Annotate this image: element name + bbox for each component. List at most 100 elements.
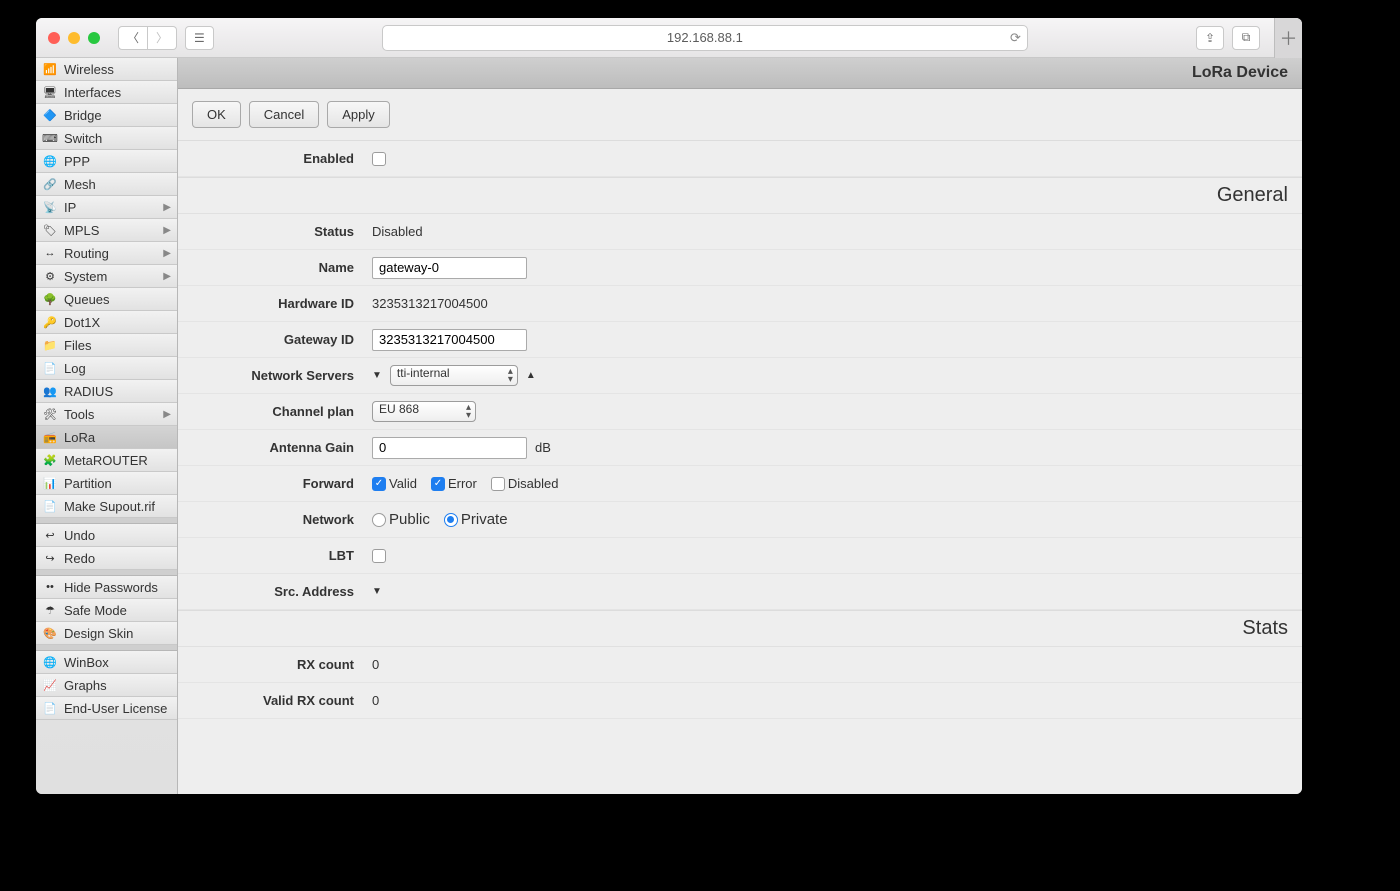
- sidebar-item-label: Routing: [64, 246, 109, 261]
- network-servers-select[interactable]: tti-internal ▴▾: [390, 365, 518, 386]
- forward-disabled-label: Disabled: [508, 476, 559, 491]
- sidebar-item-label: Mesh: [64, 177, 96, 192]
- sidebar-item-label: Design Skin: [64, 626, 133, 641]
- forward-disabled-checkbox[interactable]: [491, 477, 505, 491]
- label-gateway-id: Gateway ID: [192, 332, 372, 347]
- reload-icon[interactable]: ⟳: [1010, 30, 1021, 46]
- sidebar-item-undo[interactable]: ↩Undo: [36, 524, 177, 547]
- collapse-icon[interactable]: ▼: [372, 370, 382, 381]
- network-servers-value: tti-internal: [397, 366, 450, 380]
- back-button[interactable]: 〈: [118, 26, 148, 50]
- antenna-gain-input[interactable]: [372, 437, 527, 459]
- forward-error-checkbox[interactable]: ✓: [431, 477, 445, 491]
- lbt-checkbox[interactable]: [372, 549, 386, 563]
- sidebar-item-lora[interactable]: 📻LoRa: [36, 426, 177, 449]
- sidebar-icon: ⚙: [42, 268, 58, 284]
- sidebar-item-label: Safe Mode: [64, 603, 127, 618]
- sidebar-item-label: RADIUS: [64, 384, 113, 399]
- label-hardware-id: Hardware ID: [192, 296, 372, 311]
- zoom-icon[interactable]: [88, 32, 100, 44]
- sidebar-item-winbox[interactable]: 🌐WinBox: [36, 651, 177, 674]
- sidebar: 📶Wireless🖥Interfaces🔷Bridge ⌨ Switch 🌐PPP🔗M…: [36, 58, 178, 794]
- label-network-servers[interactable]: Network Servers: [192, 368, 372, 383]
- tabs-button[interactable]: ⧉: [1232, 26, 1260, 50]
- up-icon[interactable]: ▲: [526, 370, 536, 381]
- sidebar-icon: ••: [42, 579, 58, 595]
- sidebar-icon: 📄: [42, 360, 58, 376]
- page-title: LoRa Device: [1192, 64, 1288, 82]
- sidebar-item-log[interactable]: 📄 Log: [36, 357, 177, 380]
- sidebar-icon: ☂: [42, 602, 58, 618]
- sidebar-icon: 🌐: [42, 654, 58, 670]
- sidebar-item-make-supout-rif[interactable]: 📄Make Supout.rif: [36, 495, 177, 518]
- sidebar-item-ppp[interactable]: 🌐PPP: [36, 150, 177, 173]
- sidebar-item-redo[interactable]: ↪Redo: [36, 547, 177, 570]
- sidebar-item-design-skin[interactable]: 🎨Design Skin: [36, 622, 177, 645]
- sidebar-item-files[interactable]: 📁Files: [36, 334, 177, 357]
- enabled-checkbox[interactable]: [372, 152, 386, 166]
- minimize-icon[interactable]: [68, 32, 80, 44]
- address-bar[interactable]: 192.168.88.1 ⟳: [382, 25, 1028, 51]
- chevron-right-icon: ▶: [163, 225, 171, 236]
- row-valid-rx-count: Valid RX count 0: [178, 683, 1302, 719]
- sidebar-item-bridge[interactable]: 🔷Bridge: [36, 104, 177, 127]
- sidebar-item-routing[interactable]: ↔Routing▶: [36, 242, 177, 265]
- sidebar-icon: 🧩: [42, 452, 58, 468]
- sidebar-item-wireless[interactable]: 📶Wireless: [36, 58, 177, 81]
- close-icon[interactable]: [48, 32, 60, 44]
- sidebar-item-partition[interactable]: 📊Partition: [36, 472, 177, 495]
- sidebar-item-label: Switch: [64, 131, 102, 146]
- forward-valid-checkbox[interactable]: ✓: [372, 477, 386, 491]
- sidebar-icon: 📻: [42, 429, 58, 445]
- sidebar-item-switch[interactable]: ⌨ Switch: [36, 127, 177, 150]
- forward-button[interactable]: 〉: [148, 26, 177, 50]
- sidebar-item-safe-mode[interactable]: ☂ Safe Mode: [36, 599, 177, 622]
- share-button[interactable]: ⇪: [1196, 26, 1224, 50]
- sidebar-item-label: Hide Passwords: [64, 580, 158, 595]
- new-tab-button[interactable]: ＋: [1274, 18, 1302, 58]
- sidebar-item-tools[interactable]: 🛠Tools▶: [36, 403, 177, 426]
- sidebar-item-end-user-license[interactable]: 📄End-User License: [36, 697, 177, 720]
- sidebar-item-system[interactable]: ⚙System▶: [36, 265, 177, 288]
- row-src-address: Src. Address ▼: [178, 574, 1302, 610]
- sidebar-item-hide-passwords[interactable]: •• Hide Passwords: [36, 576, 177, 599]
- channel-plan-select[interactable]: EU 868 ▴▾: [372, 401, 476, 422]
- sidebar-item-mesh[interactable]: 🔗Mesh: [36, 173, 177, 196]
- sidebar-item-dot1x[interactable]: 🔑Dot1X: [36, 311, 177, 334]
- sidebar-item-metarouter[interactable]: 🧩 MetaROUTER: [36, 449, 177, 472]
- antenna-gain-unit: dB: [535, 440, 551, 455]
- label-status: Status: [192, 224, 372, 239]
- label-rx-count: RX count: [192, 657, 372, 672]
- network-public-radio[interactable]: [372, 513, 386, 527]
- expand-icon[interactable]: ▼: [372, 586, 382, 597]
- sidebar-item-radius[interactable]: 👥RADIUS: [36, 380, 177, 403]
- gateway-id-input[interactable]: [372, 329, 527, 351]
- network-private-radio[interactable]: [444, 513, 458, 527]
- name-input[interactable]: [372, 257, 527, 279]
- label-enabled: Enabled: [192, 151, 372, 166]
- sidebar-item-mpls[interactable]: 🏷MPLS▶: [36, 219, 177, 242]
- sidebar-icon: 📄: [42, 700, 58, 716]
- hardware-id-value: 3235313217004500: [372, 296, 488, 311]
- sidebar-icon: 📄: [42, 498, 58, 514]
- ok-button[interactable]: OK: [192, 101, 241, 128]
- sidebar-item-ip[interactable]: 📡IP▶: [36, 196, 177, 219]
- sidebar-icon: 🔑: [42, 314, 58, 330]
- label-forward: Forward: [192, 476, 372, 491]
- sidebar-toggle-button[interactable]: ☰: [185, 26, 214, 50]
- main-content: LoRa Device OK Cancel Apply Enabled Gene…: [178, 58, 1302, 794]
- browser-window: 〈 〉 ☰ 192.168.88.1 ⟳ ⇪ ⧉ ＋ 📶Wireless🖥Int…: [36, 18, 1302, 794]
- chevron-right-icon: ▶: [163, 248, 171, 259]
- sidebar-icon: ⌨: [42, 130, 58, 146]
- action-row: OK Cancel Apply: [178, 89, 1302, 141]
- sidebar-item-label: Files: [64, 338, 91, 353]
- sidebar-item-label: MetaROUTER: [64, 453, 148, 468]
- sidebar-item-label: Log: [64, 361, 86, 376]
- form-area[interactable]: Enabled General Status Disabled Name Har…: [178, 141, 1302, 794]
- section-stats: Stats: [178, 610, 1302, 647]
- sidebar-item-graphs[interactable]: 📈Graphs: [36, 674, 177, 697]
- sidebar-item-queues[interactable]: 🌳Queues: [36, 288, 177, 311]
- apply-button[interactable]: Apply: [327, 101, 390, 128]
- sidebar-item-interfaces[interactable]: 🖥Interfaces: [36, 81, 177, 104]
- cancel-button[interactable]: Cancel: [249, 101, 319, 128]
